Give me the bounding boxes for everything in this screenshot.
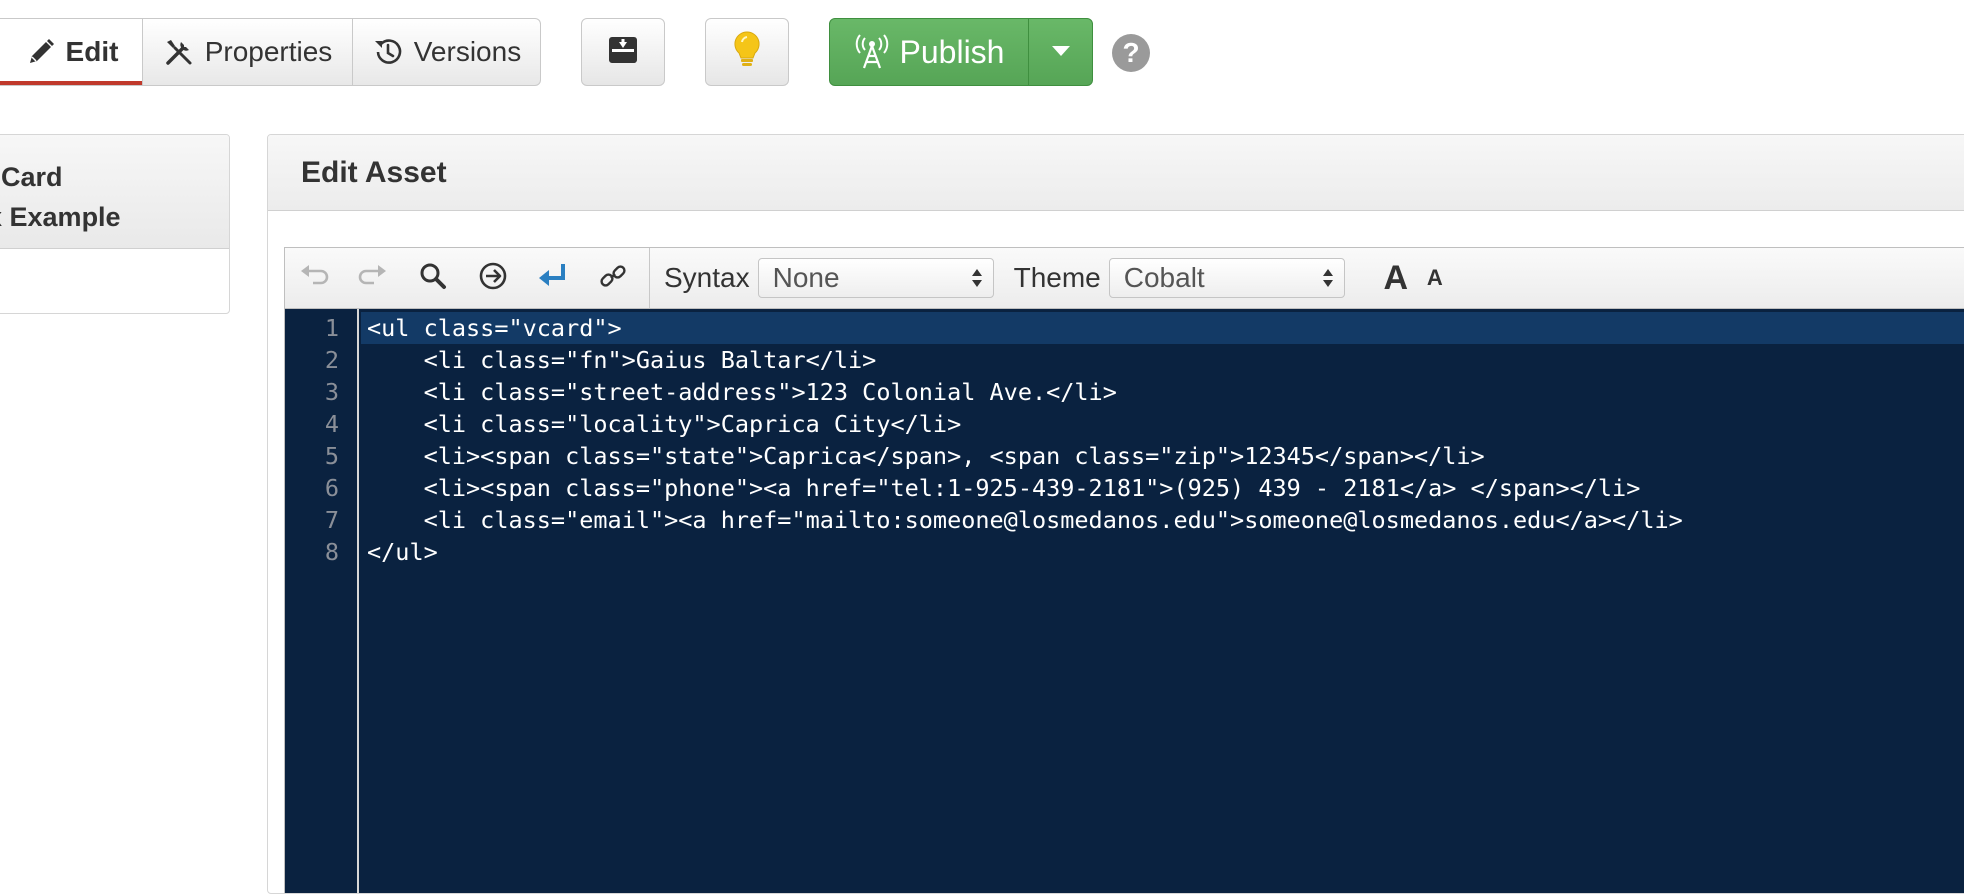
tips-button[interactable] bbox=[705, 18, 789, 86]
theme-label: Theme bbox=[1013, 262, 1101, 293]
line-number: 6 bbox=[324, 474, 339, 502]
tools-icon bbox=[163, 36, 195, 68]
theme-select[interactable]: Cobalt bbox=[1108, 258, 1345, 298]
archive-download-icon bbox=[607, 35, 639, 70]
tab-versions-label: Versions bbox=[413, 36, 522, 67]
code-editor: Syntax None Theme Cobalt A A 1 2 3 4 5 6… bbox=[284, 247, 1964, 893]
increase-font-button[interactable]: A bbox=[1375, 259, 1417, 298]
code-line: <li class="street-address">123 Colonial … bbox=[367, 378, 1117, 406]
theme-value: Cobalt bbox=[1123, 262, 1205, 293]
goto-line-button[interactable] bbox=[463, 248, 523, 308]
line-number: 5 bbox=[324, 442, 339, 470]
page-title: Edit Asset bbox=[301, 155, 447, 189]
redo-icon bbox=[358, 263, 388, 294]
publish-button[interactable]: Publish bbox=[830, 19, 1028, 85]
word-wrap-toggle[interactable] bbox=[523, 248, 583, 308]
link-button[interactable] bbox=[583, 248, 643, 308]
history-icon bbox=[372, 36, 404, 68]
select-arrows-icon bbox=[1322, 267, 1334, 289]
select-arrows-icon bbox=[971, 267, 983, 289]
code-area[interactable]: 1 2 3 4 5 6 7 8 <ul class="vcard"> <li class="f… bbox=[285, 309, 1964, 893]
line-number-gutter: 1 2 3 4 5 6 7 8 bbox=[285, 309, 359, 893]
undo-button[interactable] bbox=[285, 248, 343, 308]
archive-button[interactable] bbox=[581, 18, 665, 86]
asset-name-line2: x Example bbox=[0, 202, 121, 232]
return-arrow-icon bbox=[537, 262, 569, 295]
search-button[interactable] bbox=[403, 248, 463, 308]
asset-info-header: Card x Example bbox=[0, 135, 229, 249]
publish-button-group: Publish bbox=[829, 18, 1093, 86]
toolbar-divider bbox=[649, 248, 650, 308]
code-line: <li><span class="phone"><a href="tel:1-9… bbox=[367, 474, 1641, 502]
tab-properties[interactable]: Properties bbox=[142, 19, 352, 85]
edit-asset-header: Edit Asset bbox=[268, 135, 1964, 211]
code-line: <li class="email"><a href="mailto:someon… bbox=[367, 506, 1683, 534]
code-line: <li><span class="state">Caprica</span>, … bbox=[367, 442, 1485, 470]
code-line: <li class="locality">Caprica City</li> bbox=[367, 410, 962, 438]
asset-name-line1: Card bbox=[1, 162, 63, 192]
help-glyph: ? bbox=[1122, 37, 1140, 68]
caret-down-icon bbox=[1051, 43, 1070, 61]
search-icon bbox=[419, 262, 447, 295]
code-line: </ul> bbox=[367, 538, 438, 566]
lightbulb-icon bbox=[732, 30, 762, 75]
tab-properties-label: Properties bbox=[204, 36, 333, 67]
edit-asset-panel: Edit Asset Syntax None Theme Cobalt A A … bbox=[267, 134, 1964, 894]
publish-label: Publish bbox=[899, 33, 1005, 70]
tab-edit-label: Edit bbox=[65, 36, 119, 67]
pencil-icon bbox=[26, 37, 56, 67]
arrow-circle-right-icon bbox=[478, 261, 508, 296]
decrease-font-button[interactable]: A bbox=[1417, 265, 1453, 291]
help-icon[interactable]: ? bbox=[1112, 34, 1150, 72]
syntax-label: Syntax bbox=[664, 262, 750, 293]
line-number: 7 bbox=[324, 506, 339, 534]
tab-edit[interactable]: Edit bbox=[0, 19, 142, 85]
code-line: <li class="fn">Gaius Baltar</li> bbox=[367, 346, 877, 374]
publish-dropdown-toggle[interactable] bbox=[1028, 19, 1092, 85]
tab-versions[interactable]: Versions bbox=[352, 19, 540, 85]
line-number: 8 bbox=[324, 538, 339, 566]
redo-button[interactable] bbox=[343, 248, 403, 308]
line-number: 1 bbox=[324, 314, 339, 342]
line-number: 4 bbox=[324, 410, 339, 438]
top-toolbar: Edit Properties Versions Publish ? bbox=[0, 0, 1964, 100]
broadcast-tower-icon bbox=[854, 34, 890, 70]
code-line: <ul class="vcard"> bbox=[367, 314, 622, 342]
undo-icon bbox=[299, 263, 329, 294]
line-number: 3 bbox=[324, 378, 339, 406]
syntax-select[interactable]: None bbox=[757, 258, 994, 298]
asset-info-panel: Card x Example bbox=[0, 134, 230, 314]
link-icon bbox=[598, 261, 628, 296]
view-tab-group: Edit Properties Versions bbox=[0, 18, 541, 86]
syntax-value: None bbox=[772, 262, 840, 293]
editor-toolbar: Syntax None Theme Cobalt A A bbox=[285, 248, 1964, 309]
line-number: 2 bbox=[324, 346, 339, 374]
